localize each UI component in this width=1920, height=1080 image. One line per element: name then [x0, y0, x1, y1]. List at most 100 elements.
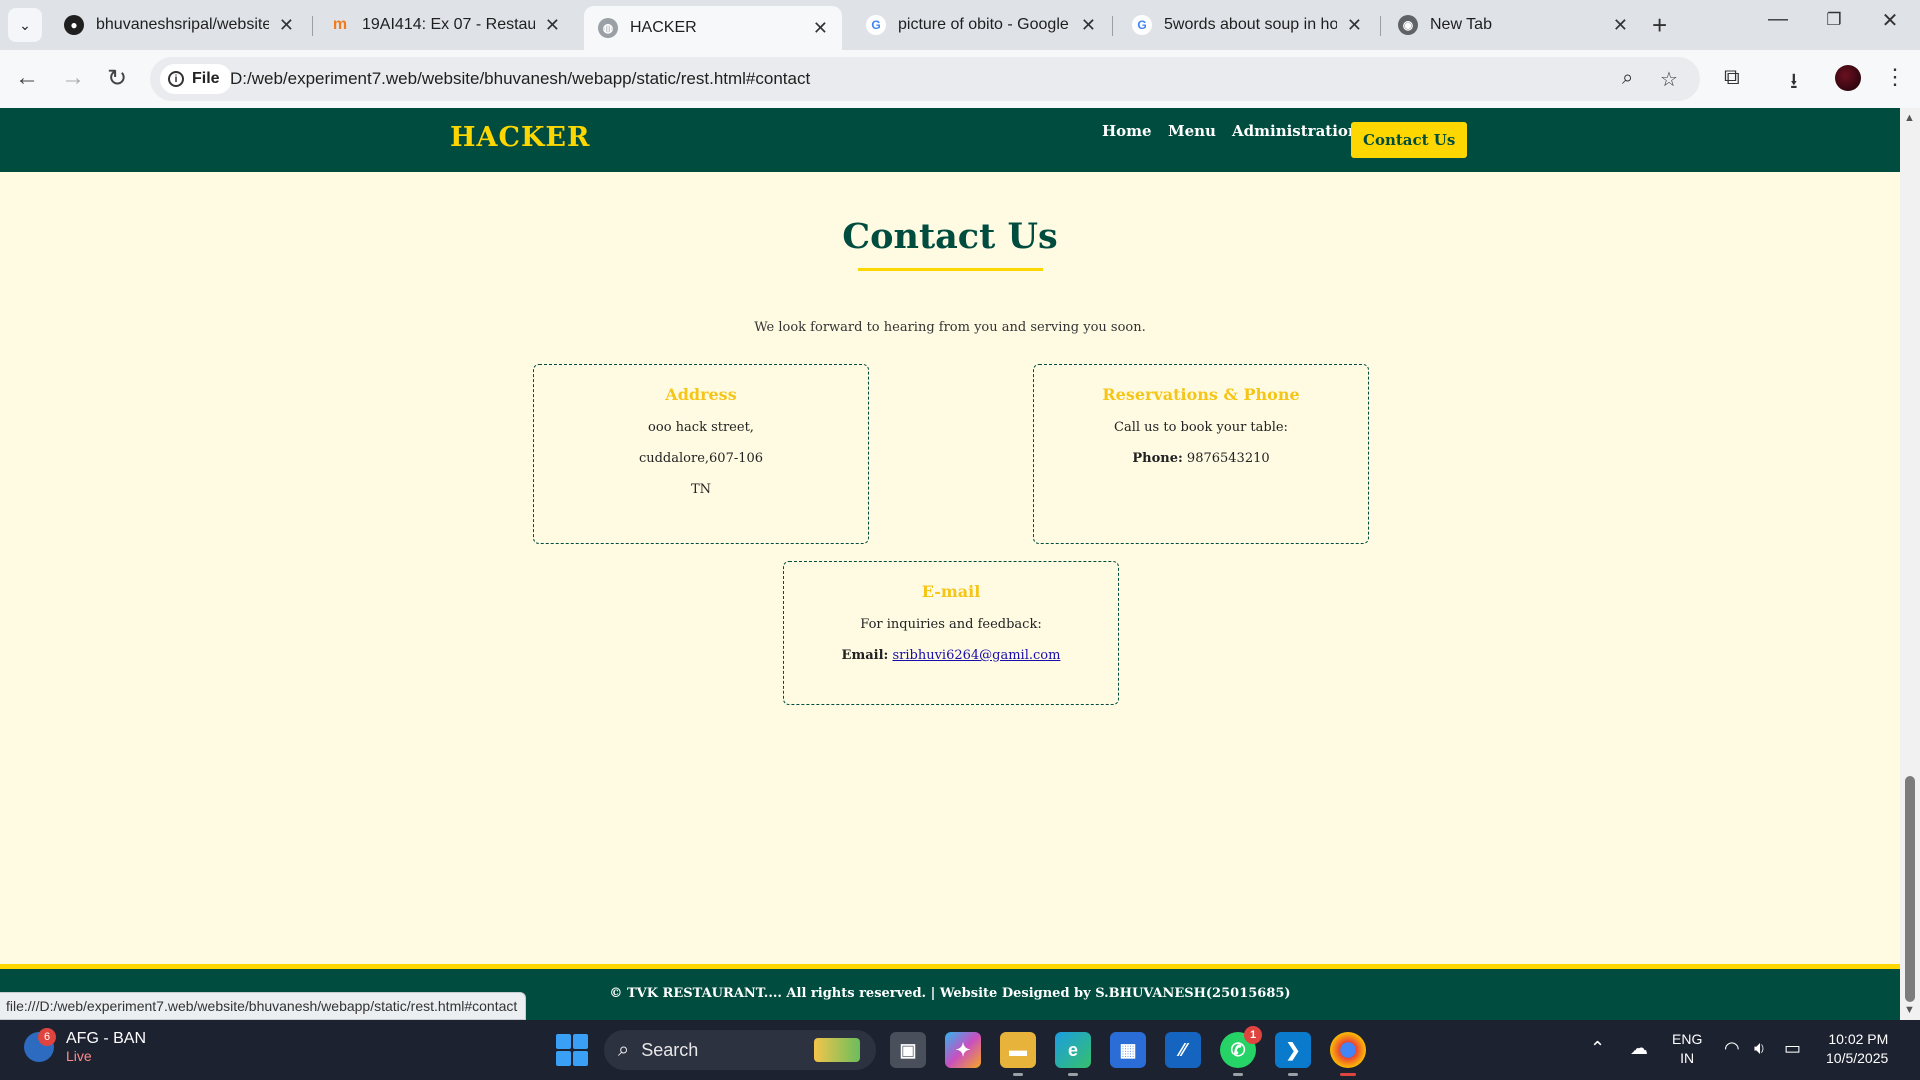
card-heading: Reservations & Phone — [1102, 385, 1300, 404]
search-highlight-icon — [814, 1038, 860, 1062]
search-icon: ⌕ — [618, 1038, 630, 1061]
windows-logo-icon — [556, 1051, 571, 1066]
chrome-icon[interactable] — [1330, 1032, 1366, 1076]
profile-avatar[interactable] — [1835, 65, 1861, 91]
volume-icon[interactable]: 🔉︎ — [1754, 1038, 1765, 1059]
widget-subtitle: Live — [66, 1048, 92, 1064]
restore-button[interactable]: ❐ — [1814, 10, 1854, 30]
language-code: ENG — [1672, 1031, 1703, 1047]
microsoft-store-icon[interactable]: ▦ — [1110, 1032, 1146, 1068]
google-icon: G — [1132, 15, 1152, 35]
edge-icon[interactable]: e — [1055, 1032, 1091, 1076]
bookmark-star-icon[interactable]: ☆ — [1660, 67, 1678, 92]
language-indicator[interactable]: ENG IN — [1672, 1030, 1702, 1068]
nav-home[interactable]: Home — [1102, 122, 1152, 140]
restore-icon: ❐ — [1826, 10, 1842, 29]
close-icon[interactable]: ✕ — [1081, 15, 1096, 36]
close-icon[interactable]: ✕ — [545, 15, 560, 36]
phone-card: Reservations & Phone Call us to book you… — [1033, 364, 1369, 544]
page-viewport: HACKER Home Menu Administration Contact … — [0, 108, 1900, 1020]
close-window-button[interactable]: ✕ — [1870, 8, 1910, 33]
vscode-icon[interactable]: ❯ — [1275, 1032, 1311, 1076]
tab-search-button[interactable]: ⌄ — [8, 8, 42, 42]
address-line: cuddalore,607-106 — [638, 451, 764, 466]
tab-google-soup[interactable]: G 5words about soup in hote ✕ — [1118, 7, 1376, 43]
system-clock[interactable]: 10:02 PM 10/5/2025 — [1826, 1030, 1888, 1068]
tab-title: New Tab — [1430, 16, 1492, 33]
tab-separator — [312, 16, 313, 36]
phone-label: Phone: — [1132, 451, 1183, 466]
start-button[interactable] — [556, 1034, 588, 1066]
address-bar[interactable]: i File D:/web/experiment7.web/website/bh… — [150, 57, 1700, 101]
forward-button[interactable]: → — [58, 64, 88, 92]
scroll-up-icon[interactable]: ▲ — [1904, 112, 1915, 124]
url-text[interactable]: D:/web/experiment7.web/website/bhuvanesh… — [230, 69, 810, 89]
site-info-chip[interactable]: i File — [160, 64, 232, 94]
nav-contact-us[interactable]: Contact Us — [1351, 122, 1468, 158]
tab-separator — [1380, 16, 1381, 36]
windows-logo-icon — [556, 1034, 571, 1049]
nav-administration[interactable]: Administration — [1232, 122, 1359, 140]
site-chip-label: File — [192, 70, 220, 87]
tab-strip: ⌄ ● bhuvaneshsripal/website ✕ m 19AI414:… — [0, 0, 1920, 50]
widget-title: AFG - BAN — [66, 1030, 147, 1047]
reload-icon: ↻ — [106, 65, 128, 92]
chevron-up-icon[interactable]: ⌃ — [1590, 1038, 1605, 1059]
email-link[interactable]: sribhuvi6264@gamil.com — [892, 648, 1060, 663]
status-bar-url: file:///D:/web/experiment7.web/website/b… — [0, 992, 527, 1020]
tab-google-obito[interactable]: G picture of obito - Google S ✕ — [852, 7, 1110, 43]
close-icon[interactable]: ✕ — [1613, 15, 1628, 36]
task-view-icon[interactable]: ▣ — [890, 1032, 926, 1068]
email-line: Email: sribhuvi6264@gamil.com — [784, 648, 1118, 663]
tab-moodle[interactable]: m 19AI414: Ex 07 - Restaurant ✕ — [316, 7, 574, 43]
plus-icon: + — [1652, 10, 1668, 40]
whatsapp-icon[interactable]: ✆ 1 — [1220, 1026, 1262, 1076]
site-header: HACKER Home Menu Administration Contact … — [0, 108, 1900, 172]
scrollbar-thumb[interactable] — [1905, 776, 1915, 1002]
download-icon[interactable]: ⭳ — [1790, 64, 1798, 102]
minimize-button[interactable]: — — [1758, 8, 1798, 31]
browser-toolbar: ← → ↻ i File D:/web/experiment7.web/webs… — [0, 50, 1920, 108]
file-explorer-icon[interactable]: ▬ — [1000, 1032, 1036, 1076]
globe-icon: ◍ — [598, 18, 618, 38]
news-widget[interactable]: 6 AFG - BAN Live — [24, 1028, 147, 1064]
reload-button[interactable]: ↻ — [102, 64, 132, 93]
close-icon[interactable]: ✕ — [813, 18, 828, 39]
site-brand[interactable]: HACKER — [450, 122, 590, 153]
nav-menu[interactable]: Menu — [1168, 122, 1216, 140]
scroll-down-icon[interactable]: ▼ — [1904, 1004, 1915, 1016]
windows-logo-icon — [573, 1051, 588, 1066]
taskbar-search-label: Search — [641, 1039, 699, 1060]
card-heading: Address — [665, 385, 737, 404]
phone-number: 9876543210 — [1186, 451, 1270, 466]
email-card: E-mail For inquiries and feedback: Email… — [783, 561, 1119, 705]
new-tab-button[interactable]: + — [1652, 10, 1667, 41]
tab-title: 5words about soup in hote — [1164, 16, 1337, 33]
clock-date: 10/5/2025 — [1826, 1050, 1889, 1066]
copilot-icon[interactable]: ✦ — [945, 1032, 981, 1068]
tab-github[interactable]: ● bhuvaneshsripal/website ✕ — [50, 7, 308, 43]
chrome-icon: ◉ — [1398, 15, 1418, 35]
phone-line: Phone: 9876543210 — [1034, 451, 1368, 466]
zoom-icon[interactable]: ⌕ — [1622, 67, 1633, 90]
remote-app-icon[interactable]: ⁄⁄ — [1165, 1032, 1201, 1068]
tab-title: picture of obito - Google S — [898, 16, 1071, 33]
extensions-icon[interactable]: ⧉ — [1724, 64, 1740, 90]
page-scrollbar[interactable]: ▲ ▼ — [1900, 108, 1920, 1020]
close-icon[interactable]: ✕ — [1347, 15, 1362, 36]
onedrive-icon[interactable]: ☁ — [1630, 1038, 1648, 1059]
close-icon[interactable]: ✕ — [279, 15, 294, 36]
tab-title: 19AI414: Ex 07 - Restaurant — [362, 16, 535, 33]
back-button[interactable]: ← — [12, 64, 42, 92]
address-card: Address ooo hack street, cuddalore,607-1… — [533, 364, 869, 544]
taskbar-search[interactable]: ⌕ Search — [604, 1030, 876, 1070]
address-line: ooo hack street, — [648, 420, 754, 435]
contact-intro: We look forward to hearing from you and … — [754, 320, 1146, 335]
tab-hacker[interactable]: ◍ HACKER ✕ — [584, 6, 842, 50]
wifi-icon[interactable]: ◠ — [1724, 1038, 1740, 1059]
github-icon: ● — [64, 15, 84, 35]
battery-icon[interactable]: ▭ — [1784, 1038, 1801, 1059]
tab-new-tab[interactable]: ◉ New Tab ✕ — [1384, 7, 1642, 43]
menu-kebab-icon[interactable]: ⋮ — [1884, 64, 1906, 90]
region-code: IN — [1680, 1050, 1695, 1066]
